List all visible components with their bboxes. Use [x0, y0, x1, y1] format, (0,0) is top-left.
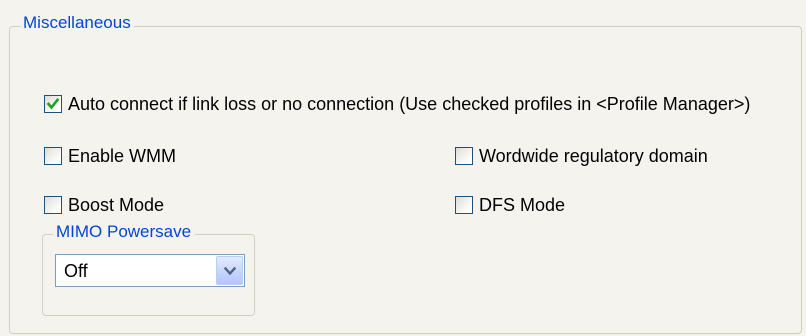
enable-wmm-checkbox[interactable] [44, 147, 62, 165]
auto-connect-checkbox[interactable] [44, 95, 62, 113]
mimo-powersave-dropdown-button[interactable] [216, 256, 243, 285]
checkmark-icon [46, 97, 60, 110]
auto-connect-option[interactable]: Auto connect if link loss or no connecti… [44, 92, 750, 116]
chevron-down-icon [224, 267, 236, 276]
dfs-mode-label: DFS Mode [479, 195, 566, 215]
worldwide-domain-option[interactable]: Wordwide regulatory domain [455, 144, 708, 168]
enable-wmm-label: Enable WMM [68, 146, 177, 166]
settings-panel: Miscellaneous Auto connect if link loss … [0, 0, 806, 336]
boost-mode-label: Boost Mode [68, 195, 165, 215]
mimo-powersave-selected-value: Off [64, 261, 88, 281]
miscellaneous-group-title: Miscellaneous [21, 13, 134, 33]
worldwide-domain-checkbox[interactable] [455, 147, 473, 165]
dfs-mode-checkbox[interactable] [455, 196, 473, 214]
mimo-powersave-group-title: MIMO Powersave [53, 222, 196, 242]
dfs-mode-option[interactable]: DFS Mode [455, 193, 565, 217]
boost-mode-checkbox[interactable] [44, 196, 62, 214]
auto-connect-label: Auto connect if link loss or no connecti… [68, 94, 751, 114]
boost-mode-option[interactable]: Boost Mode [44, 193, 164, 217]
mimo-powersave-select[interactable]: Off [55, 254, 245, 287]
worldwide-domain-label: Wordwide regulatory domain [479, 146, 708, 166]
enable-wmm-option[interactable]: Enable WMM [44, 144, 176, 168]
